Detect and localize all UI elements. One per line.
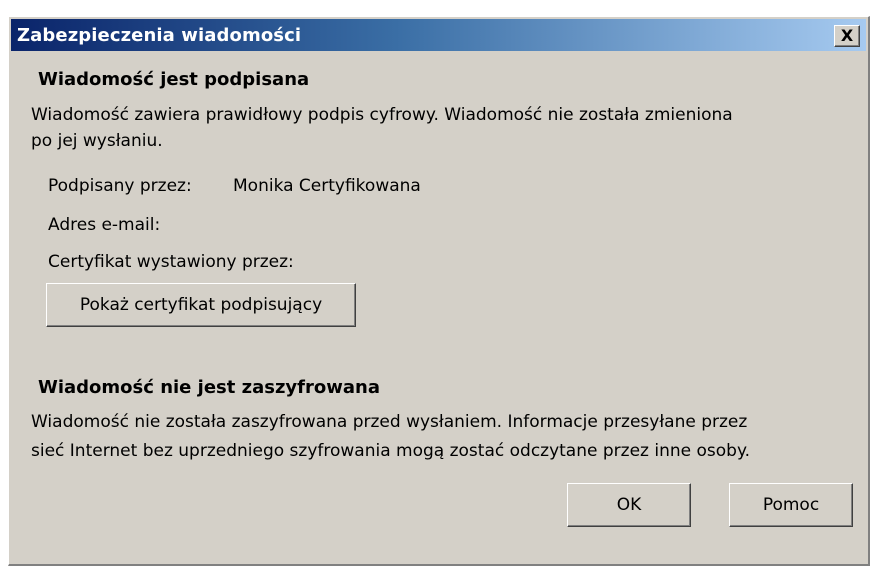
email-label: Adres e-mail: [48, 215, 161, 235]
encryption-heading: Wiadomość nie jest zaszyfrowana [38, 377, 380, 398]
encryption-description-line2: sieć Internet bez uprzedniego szyfrowani… [31, 441, 750, 461]
title-bar[interactable]: Zabezpieczenia wiadomości X [11, 19, 866, 51]
ok-label: OK [616, 495, 642, 515]
encryption-description-line1: Wiadomość nie została zaszyfrowana przed… [31, 412, 748, 432]
signed-by-label: Podpisany przez: [48, 176, 192, 196]
close-icon: X [840, 26, 854, 45]
help-label: Pomoc [762, 495, 820, 515]
close-button[interactable]: X [834, 25, 860, 47]
ok-button[interactable]: OK [567, 483, 691, 527]
show-signing-certificate-label: Pokaż certyfikat podpisujący [79, 295, 323, 315]
certificate-issuer-label: Certyfikat wystawiony przez: [48, 252, 294, 272]
signed-description-line2: po jej wysłaniu. [31, 131, 163, 151]
signed-heading: Wiadomość jest podpisana [38, 69, 310, 90]
window-title: Zabezpieczenia wiadomości [17, 25, 302, 46]
message-security-dialog: Zabezpieczenia wiadomości X Wiadomość je… [8, 16, 870, 566]
signed-by-value: Monika Certyfikowana [233, 176, 421, 196]
show-signing-certificate-button[interactable]: Pokaż certyfikat podpisujący [46, 283, 356, 327]
signed-description-line1: Wiadomość zawiera prawidłowy podpis cyfr… [31, 105, 733, 125]
help-button[interactable]: Pomoc [729, 483, 853, 527]
